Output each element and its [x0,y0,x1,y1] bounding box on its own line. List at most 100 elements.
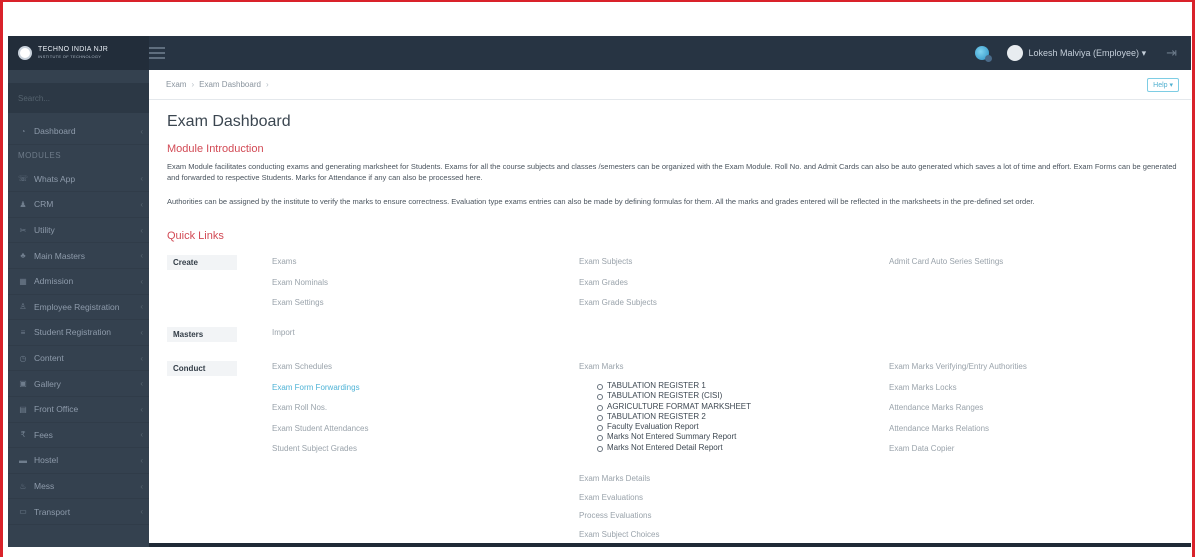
report-link-tabulation-register-cisi[interactable]: TABULATION REGISTER (CISI) [594,391,751,401]
sidebar-item-crm[interactable]: ♟ CRM ‹ [8,192,149,218]
sidebar-item-front-office[interactable]: ▤ Front Office ‹ [8,397,149,423]
brand-logo[interactable]: TECHNO INDIA NJR INSTITUTE OF TECHNOLOGY [8,36,149,70]
sidebar-item-label: Main Masters [34,250,86,261]
sidebar-item-label: Student Registration [34,327,112,338]
quick-link-exams[interactable]: Exams [272,257,296,266]
exam-marks-report-list: TABULATION REGISTER 1 TABULATION REGISTER… [594,381,751,453]
quick-link-process-evaluations[interactable]: Process Evaluations [579,511,651,520]
sidebar-item-label: Hostel [34,455,59,466]
chevron-left-icon: ‹ [140,379,143,389]
quick-link-exam-subject-choices[interactable]: Exam Subject Choices [579,530,659,539]
dashboard-icon: ◔ [20,126,26,136]
quick-link-import[interactable]: Import [272,328,295,337]
report-link-marks-not-entered-detail-report[interactable]: Marks Not Entered Detail Report [594,443,751,453]
quick-link-student-subject-grades[interactable]: Student Subject Grades [272,444,357,453]
chevron-down-icon: ▾ [1141,47,1147,58]
row-label-masters: Masters [167,327,237,342]
breadcrumb-exam[interactable]: Exam [166,80,186,89]
quick-link-exam-grades[interactable]: Exam Grades [579,278,628,287]
sidebar-item-mess[interactable]: ♨ Mess ‹ [8,474,149,500]
sidebar-section-heading: MODULES [18,151,62,161]
report-link-marks-not-entered-summary-report[interactable]: Marks Not Entered Summary Report [594,432,751,442]
sidebar-item-admission[interactable]: ▦ Admission ‹ [8,269,149,295]
chevron-left-icon: ‹ [140,199,143,209]
hamburger-menu-icon[interactable] [149,47,165,59]
front-office-icon: ▤ [19,404,27,414]
quick-link-exam-evaluations[interactable]: Exam Evaluations [579,493,643,502]
chevron-left-icon: ‹ [140,302,143,312]
quick-link-attendance-marks-relations[interactable]: Attendance Marks Relations [889,424,989,433]
quick-link-exam-marks-locks[interactable]: Exam Marks Locks [889,383,957,392]
quick-link-exam-roll-nos[interactable]: Exam Roll Nos. [272,403,327,412]
sidebar-item-label: Whats App [34,173,76,184]
sidebar-item-transport[interactable]: ▭ Transport ‹ [8,499,149,525]
user-menu[interactable]: Lokesh Malviya (Employee) ▾ [1029,48,1147,59]
sidebar-item-dashboard[interactable]: ◔ Dashboard ‹ [8,119,149,145]
fees-icon: ₹ [20,430,26,440]
admission-icon: ▦ [19,276,27,286]
quick-link-exam-grade-subjects[interactable]: Exam Grade Subjects [579,298,657,307]
quick-link-exam-subjects[interactable]: Exam Subjects [579,257,632,266]
quick-link-admit-card-auto-series-settings[interactable]: Admit Card Auto Series Settings [889,257,1003,266]
chevron-left-icon: ‹ [140,251,143,261]
transport-icon: ▭ [19,507,27,517]
user-avatar[interactable] [1006,45,1023,61]
mess-icon: ♨ [19,481,27,491]
report-link-tabulation-register-1[interactable]: TABULATION REGISTER 1 [594,381,751,391]
whats-app-icon: ☏ [18,174,29,184]
chevron-left-icon: ‹ [140,455,143,465]
quick-link-attendance-marks-ranges[interactable]: Attendance Marks Ranges [889,403,983,412]
chevron-left-icon: ‹ [140,404,143,414]
report-link-agriculture-format-marksheet[interactable]: AGRICULTURE FORMAT MARKSHEET [594,402,751,412]
quick-link-exam-data-copier[interactable]: Exam Data Copier [889,444,954,453]
sidebar-item-label: Mess [34,481,55,492]
top-navbar: TECHNO INDIA NJR INSTITUTE OF TECHNOLOGY… [8,36,1191,70]
sidebar-item-label: Fees [34,429,53,440]
report-link-faculty-evaluation-report[interactable]: Faculty Evaluation Report [594,422,751,432]
main-content: Exam › Exam Dashboard › Help ▾ Exam Dash… [149,70,1191,547]
breadcrumb-exam-dashboard[interactable]: Exam Dashboard [199,80,261,89]
sidebar-search-input[interactable]: Search... [8,83,149,113]
notification-globe-icon[interactable] [974,46,992,62]
report-link-tabulation-register-2[interactable]: TABULATION REGISTER 2 [594,412,751,422]
quick-link-exam-marks-verifying-entry-authorities[interactable]: Exam Marks Verifying/Entry Authorities [889,362,1027,371]
breadcrumb-separator: › [265,80,269,89]
sidebar-item-label: Front Office [34,404,79,415]
sidebar-item-label: Gallery [34,378,61,389]
logo-title: TECHNO INDIA NJR [38,46,109,53]
quick-link-exam-nominals[interactable]: Exam Nominals [272,278,328,287]
logo-text: TECHNO INDIA NJR INSTITUTE OF TECHNOLOGY [38,46,108,60]
sidebar-item-hostel[interactable]: ▬ Hostel ‹ [8,448,149,474]
sidebar-item-main-masters[interactable]: ♣ Main Masters ‹ [8,243,149,269]
quick-link-exam-form-forwardings[interactable]: Exam Form Forwardings [272,383,360,392]
gallery-icon: ▣ [19,379,27,389]
sidebar-item-student-registration[interactable]: ≡ Student Registration ‹ [8,320,149,346]
sidebar-item-whats-app[interactable]: ☏ Whats App ‹ [8,167,149,193]
quick-link-exam-settings[interactable]: Exam Settings [272,298,324,307]
hostel-icon: ▬ [19,455,27,465]
module-intro-paragraph-2: Authorities can be assigned by the insti… [167,197,1035,206]
crm-icon: ♟ [19,199,27,209]
sidebar-item-gallery[interactable]: ▣ Gallery ‹ [8,371,149,397]
quick-link-exam-schedules[interactable]: Exam Schedules [272,362,332,371]
logo-badge-icon [18,46,32,60]
quick-link-exam-marks-details[interactable]: Exam Marks Details [579,474,650,483]
module-intro-paragraph-1: Exam Module facilitates conducting exams… [167,162,1177,182]
quick-link-exam-marks[interactable]: Exam Marks [579,362,623,371]
sidebar-item-employee-registration[interactable]: ♙ Employee Registration ‹ [8,295,149,321]
sidebar-item-fees[interactable]: ₹ Fees ‹ [8,423,149,449]
quick-link-exam-student-attendances[interactable]: Exam Student Attendances [272,424,369,433]
sidebar-item-label: Utility [34,225,55,236]
bottom-scrollbar[interactable] [149,543,1191,547]
user-name-label: Lokesh Malviya (Employee) [1028,47,1140,58]
chevron-left-icon: ‹ [140,174,143,184]
employee-registration-icon: ♙ [19,302,27,312]
utility-icon: ✂ [19,225,27,235]
sidebar-item-utility[interactable]: ✂ Utility ‹ [8,218,149,244]
chevron-left-icon: ‹ [140,126,143,136]
logout-icon[interactable]: ⇥ [1166,45,1177,61]
page-title: Exam Dashboard [167,113,291,130]
help-button[interactable]: Help ▾ [1147,77,1179,92]
sidebar-item-content[interactable]: ◷ Content ‹ [8,346,149,372]
sidebar-item-label: Employee Registration [34,301,120,312]
